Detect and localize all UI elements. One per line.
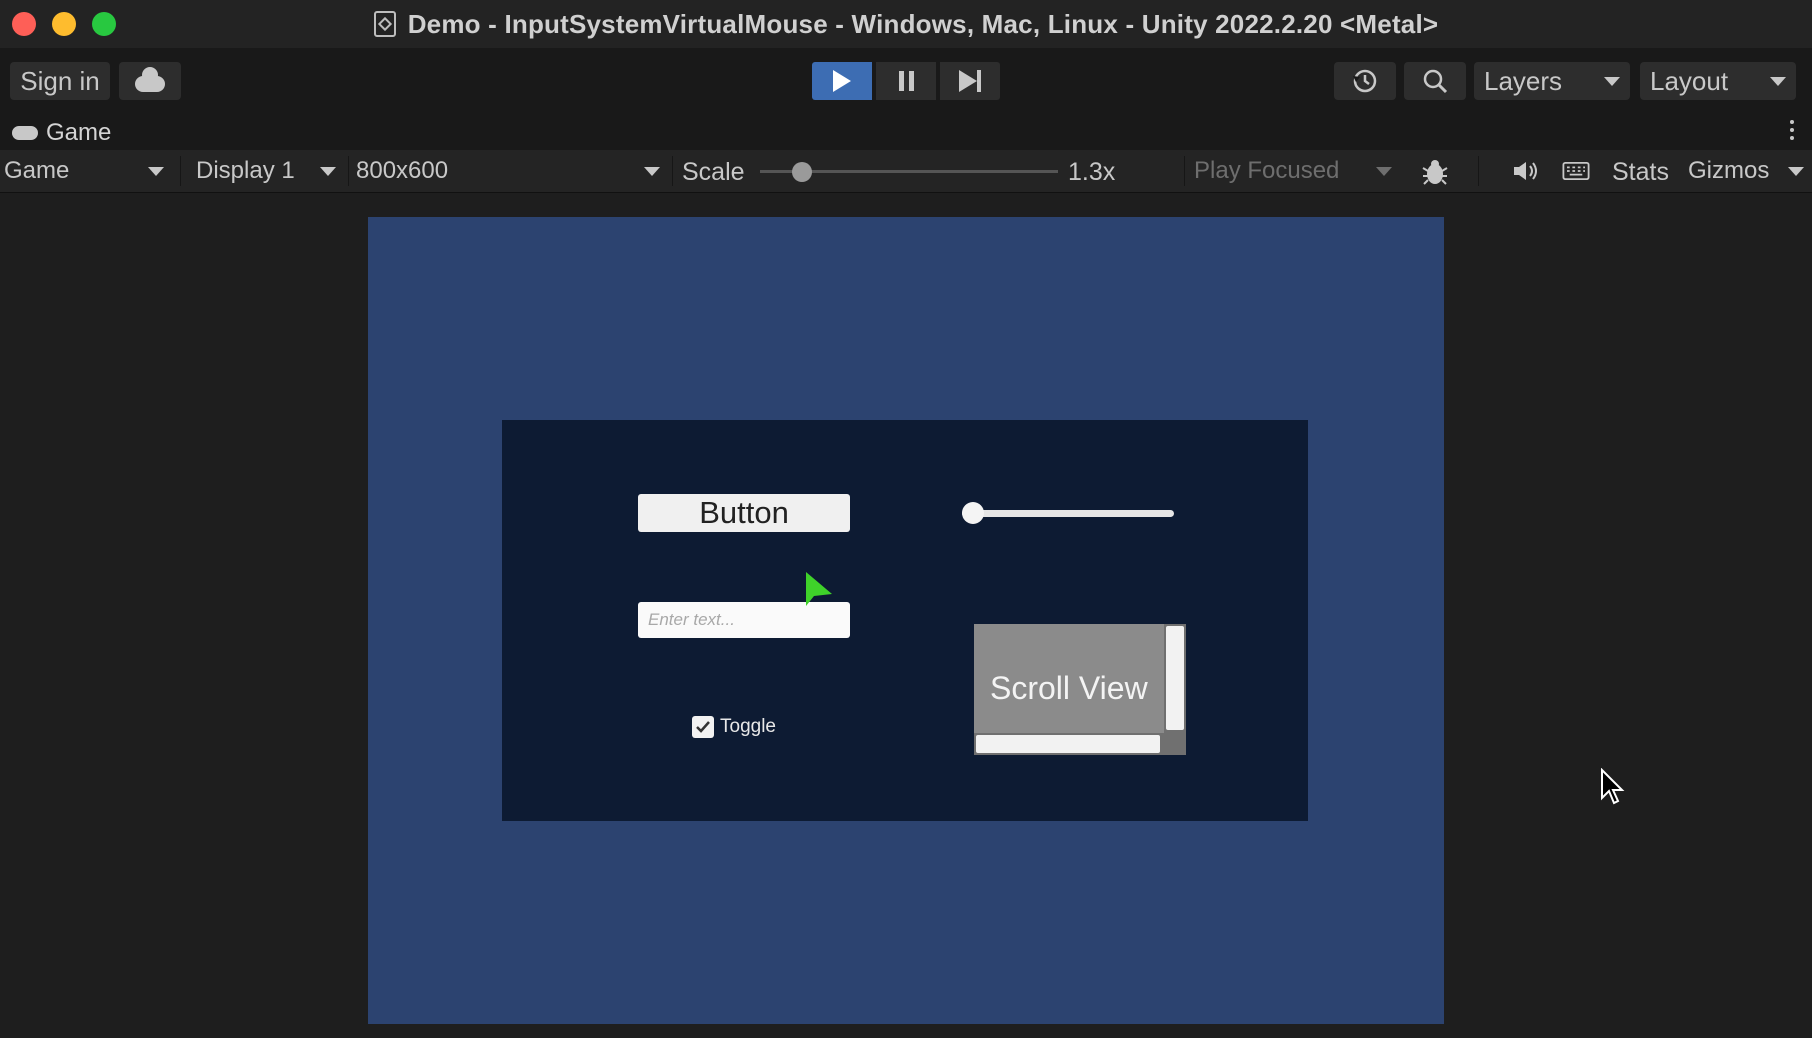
layers-dropdown[interactable]: Layers	[1474, 62, 1630, 100]
play-mode-dropdown[interactable]: Play Focused	[1190, 150, 1402, 192]
game-toggle[interactable]: Toggle	[692, 716, 776, 738]
game-view-controls: Game Display 1 800x600 Scale 1.3x Play F…	[0, 150, 1812, 193]
divider	[180, 156, 181, 186]
unity-document-icon	[373, 11, 396, 37]
chevron-down-icon	[1376, 166, 1392, 176]
window-title: Demo - InputSystemVirtualMouse - Windows…	[407, 8, 1439, 39]
step-button[interactable]	[940, 62, 1000, 100]
display-label: Display 1	[196, 157, 295, 184]
view-mode-label: Game	[4, 157, 70, 184]
resolution-dropdown[interactable]: 800x600	[352, 150, 668, 192]
panel-menu-icon[interactable]	[1790, 120, 1794, 140]
scroll-view[interactable]: Scroll View	[974, 624, 1186, 755]
game-slider-track[interactable]	[962, 510, 1174, 517]
checkmark-icon	[696, 721, 710, 733]
play-button[interactable]	[812, 62, 872, 100]
vertical-scrollbar-handle[interactable]	[1166, 626, 1184, 730]
pause-icon	[898, 71, 914, 91]
horizontal-scrollbar-handle[interactable]	[976, 735, 1160, 753]
stats-button[interactable]: Stats	[1612, 158, 1669, 187]
chevron-down-icon	[1604, 76, 1620, 86]
tab-game[interactable]: Game	[12, 119, 111, 147]
vertical-scrollbar[interactable]	[1164, 624, 1186, 755]
divider	[672, 156, 673, 186]
step-icon	[959, 70, 981, 92]
gizmos-label: Gizmos	[1688, 157, 1770, 184]
search-button[interactable]	[1404, 62, 1466, 100]
undo-history-button[interactable]	[1334, 62, 1396, 100]
search-icon	[1423, 69, 1448, 94]
system-pointer-icon	[1601, 768, 1625, 805]
divider	[1184, 156, 1185, 186]
chevron-down-icon	[1770, 76, 1786, 86]
gamepad-icon	[12, 126, 38, 140]
ui-panel	[502, 420, 1308, 821]
toggle-label: Toggle	[720, 716, 776, 737]
cloud-button[interactable]	[119, 62, 181, 100]
game-slider-handle[interactable]	[962, 502, 984, 524]
display-dropdown[interactable]: Display 1	[192, 150, 344, 192]
divider	[348, 156, 349, 186]
main-toolbar: Sign in Layers Layout	[0, 48, 1812, 116]
sign-in-button[interactable]: Sign in	[10, 62, 110, 100]
speaker-icon[interactable]	[1512, 160, 1540, 182]
chevron-down-icon	[148, 166, 164, 176]
scale-value: 1.3x	[1068, 158, 1116, 186]
scale-slider-handle[interactable]	[792, 162, 812, 182]
gizmos-dropdown[interactable]: Gizmos	[1684, 150, 1812, 192]
history-icon	[1353, 69, 1377, 93]
chevron-down-icon	[644, 166, 660, 176]
maximize-window-button[interactable]	[92, 12, 116, 36]
bug-icon[interactable]	[1420, 158, 1450, 186]
play-icon	[833, 70, 851, 92]
window-title-group: Demo - InputSystemVirtualMouse - Windows…	[373, 8, 1439, 40]
horizontal-scrollbar[interactable]	[974, 733, 1164, 755]
minimize-window-button[interactable]	[52, 12, 76, 36]
layers-label: Layers	[1484, 65, 1563, 96]
game-button[interactable]: Button	[638, 494, 850, 532]
keyboard-icon[interactable]	[1562, 162, 1590, 180]
divider	[1478, 156, 1479, 186]
toggle-checkbox[interactable]	[692, 716, 714, 738]
virtual-mouse-cursor-icon	[806, 572, 832, 606]
panel-tab-bar: Game	[0, 116, 1812, 150]
scale-label: Scale	[682, 158, 745, 186]
tab-game-label: Game	[46, 119, 112, 146]
layout-label: Layout	[1650, 65, 1729, 96]
scroll-view-label: Scroll View	[990, 670, 1148, 706]
layout-dropdown[interactable]: Layout	[1640, 62, 1796, 100]
resolution-label: 800x600	[356, 157, 449, 184]
pause-button[interactable]	[876, 62, 936, 100]
view-mode-dropdown[interactable]: Game	[0, 150, 172, 192]
input-placeholder: Enter text...	[648, 610, 735, 629]
close-window-button[interactable]	[12, 12, 36, 36]
play-mode-label: Play Focused	[1194, 157, 1340, 184]
title-bar: Demo - InputSystemVirtualMouse - Windows…	[0, 0, 1812, 48]
cloud-icon	[135, 67, 165, 92]
chevron-down-icon	[1788, 166, 1804, 176]
chevron-down-icon	[320, 166, 336, 176]
